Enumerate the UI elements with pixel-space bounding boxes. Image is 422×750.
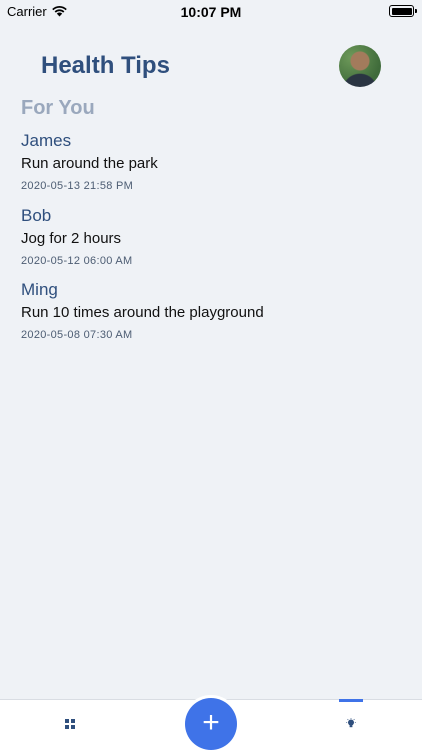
tip-date: 2020-05-13 21:58 PM [21,180,134,192]
status-bar: Carrier 10:07 PM [0,0,422,24]
tab-tips[interactable] [339,699,363,750]
list-item[interactable]: Ming Run 10 times around the playground … [21,280,401,355]
tip-date: 2020-05-12 06:00 AM [21,254,133,267]
tip-author: Ming [21,280,58,299]
app-screen: Carrier 10:07 PM Health Tips For You Jam… [0,0,422,750]
list-item[interactable]: James Run around the park 2020-05-13 21:… [21,131,401,206]
active-tab-indicator [339,699,363,702]
add-tip-button[interactable]: + [185,698,237,750]
tip-author: James [21,131,72,150]
page-title: Health Tips [41,52,170,79]
lightbulb-icon [346,718,356,728]
tip-date: 2020-05-08 07:30 AM [21,329,133,341]
avatar[interactable] [339,45,381,87]
tip-text: Jog for 2 hours [21,229,122,247]
list-item[interactable]: Bob Jog for 2 hours 2020-05-12 06:00 AM [21,206,401,281]
tip-text: Run 10 times around the playground [21,304,264,321]
section-title: For You [21,97,95,119]
tip-author: Bob [21,205,52,225]
tip-text: Run around the park [21,155,158,172]
tips-list: James Run around the park 2020-05-13 21:… [21,131,401,355]
battery-icon [389,5,417,17]
grid-icon[interactable] [62,716,78,732]
clock-time: 10:07 PM [180,4,242,20]
